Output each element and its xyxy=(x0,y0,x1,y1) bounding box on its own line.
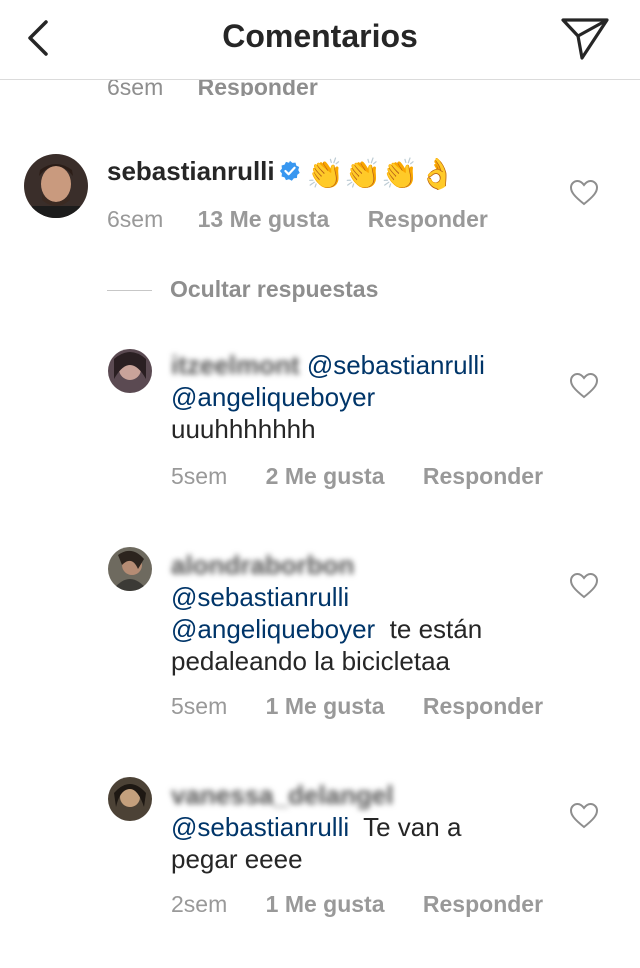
reply-button[interactable]: Responder xyxy=(423,693,543,719)
reply-username[interactable]: alondraborbon xyxy=(171,550,354,580)
comment-meta: 5sem 1 Me gusta Responder xyxy=(171,693,543,720)
comment-meta: 6sem 13 Me gusta Responder xyxy=(107,206,488,233)
hide-replies-button[interactable]: Ocultar respuestas xyxy=(107,276,378,303)
reply-text: pedaleando la bicicletaa xyxy=(171,646,450,676)
comment-time: 6sem xyxy=(107,206,164,232)
avatar[interactable] xyxy=(108,349,152,393)
reply-username[interactable]: itzeelmont xyxy=(171,350,300,380)
reply-button[interactable]: Responder xyxy=(423,891,543,917)
reply-text: pegar eeee xyxy=(171,844,303,874)
reply-button[interactable]: Responder xyxy=(423,463,543,489)
reply-comment: alondraborbon @sebastianrulli @angelique… xyxy=(0,545,640,725)
reply-text: uuuhhhhhhh xyxy=(171,414,316,444)
reply-comment: vanessa_delangel @sebastianrulli Te van … xyxy=(0,775,640,925)
hide-replies-label: Ocultar respuestas xyxy=(170,276,379,302)
emoji-reactions: 👏👏👏👌 xyxy=(306,158,457,191)
likes-count[interactable]: 13 Me gusta xyxy=(198,206,330,232)
heart-icon[interactable] xyxy=(570,803,598,829)
top-nav-bar: Comentarios xyxy=(0,0,640,80)
comment-time: 5sem xyxy=(171,693,228,719)
mention-link[interactable]: @sebastianrulli xyxy=(171,812,349,842)
reply-comment: itzeelmont @sebastianrulli @angeliqueboy… xyxy=(0,345,640,495)
heart-icon[interactable] xyxy=(570,373,598,399)
reply-body: vanessa_delangel @sebastianrulli Te van … xyxy=(171,779,591,875)
verified-badge-icon xyxy=(279,160,300,181)
paper-plane-icon[interactable] xyxy=(560,16,610,62)
comment-time: 2sem xyxy=(171,891,228,917)
mention-link[interactable]: @angeliqueboyer xyxy=(171,614,375,644)
reply-body: alondraborbon @sebastianrulli @angelique… xyxy=(171,549,591,677)
mention-link[interactable]: @sebastianrulli xyxy=(171,582,349,612)
mention-link[interactable]: @angeliqueboyer xyxy=(171,382,375,412)
comment-meta: 2sem 1 Me gusta Responder xyxy=(171,891,543,918)
reply-text: te están xyxy=(389,614,483,644)
heart-icon[interactable] xyxy=(570,573,598,599)
reply-button[interactable]: Responder xyxy=(368,206,488,232)
comment-meta: 5sem 2 Me gusta Responder xyxy=(171,463,543,490)
likes-count[interactable]: 1 Me gusta xyxy=(266,693,385,719)
reply-text: Te van a xyxy=(363,812,462,842)
comment: sebastianrulli 👏👏👏👌 6sem 13 Me gusta Res… xyxy=(0,150,640,260)
reply-body: itzeelmont @sebastianrulli @angeliqueboy… xyxy=(171,349,571,445)
mention-link[interactable]: @sebastianrulli xyxy=(307,350,485,380)
avatar[interactable] xyxy=(108,547,152,591)
divider xyxy=(107,290,152,292)
heart-icon[interactable] xyxy=(570,180,598,206)
comment-username[interactable]: sebastianrulli xyxy=(107,156,275,186)
comment-body: sebastianrulli 👏👏👏👌 xyxy=(107,156,456,190)
likes-count[interactable]: 1 Me gusta xyxy=(266,891,385,917)
reply-username[interactable]: vanessa_delangel xyxy=(171,780,394,810)
avatar[interactable] xyxy=(24,154,88,218)
page-title: Comentarios xyxy=(222,18,418,54)
likes-count[interactable]: 2 Me gusta xyxy=(266,463,385,489)
comment-time: 5sem xyxy=(171,463,228,489)
avatar[interactable] xyxy=(108,777,152,821)
